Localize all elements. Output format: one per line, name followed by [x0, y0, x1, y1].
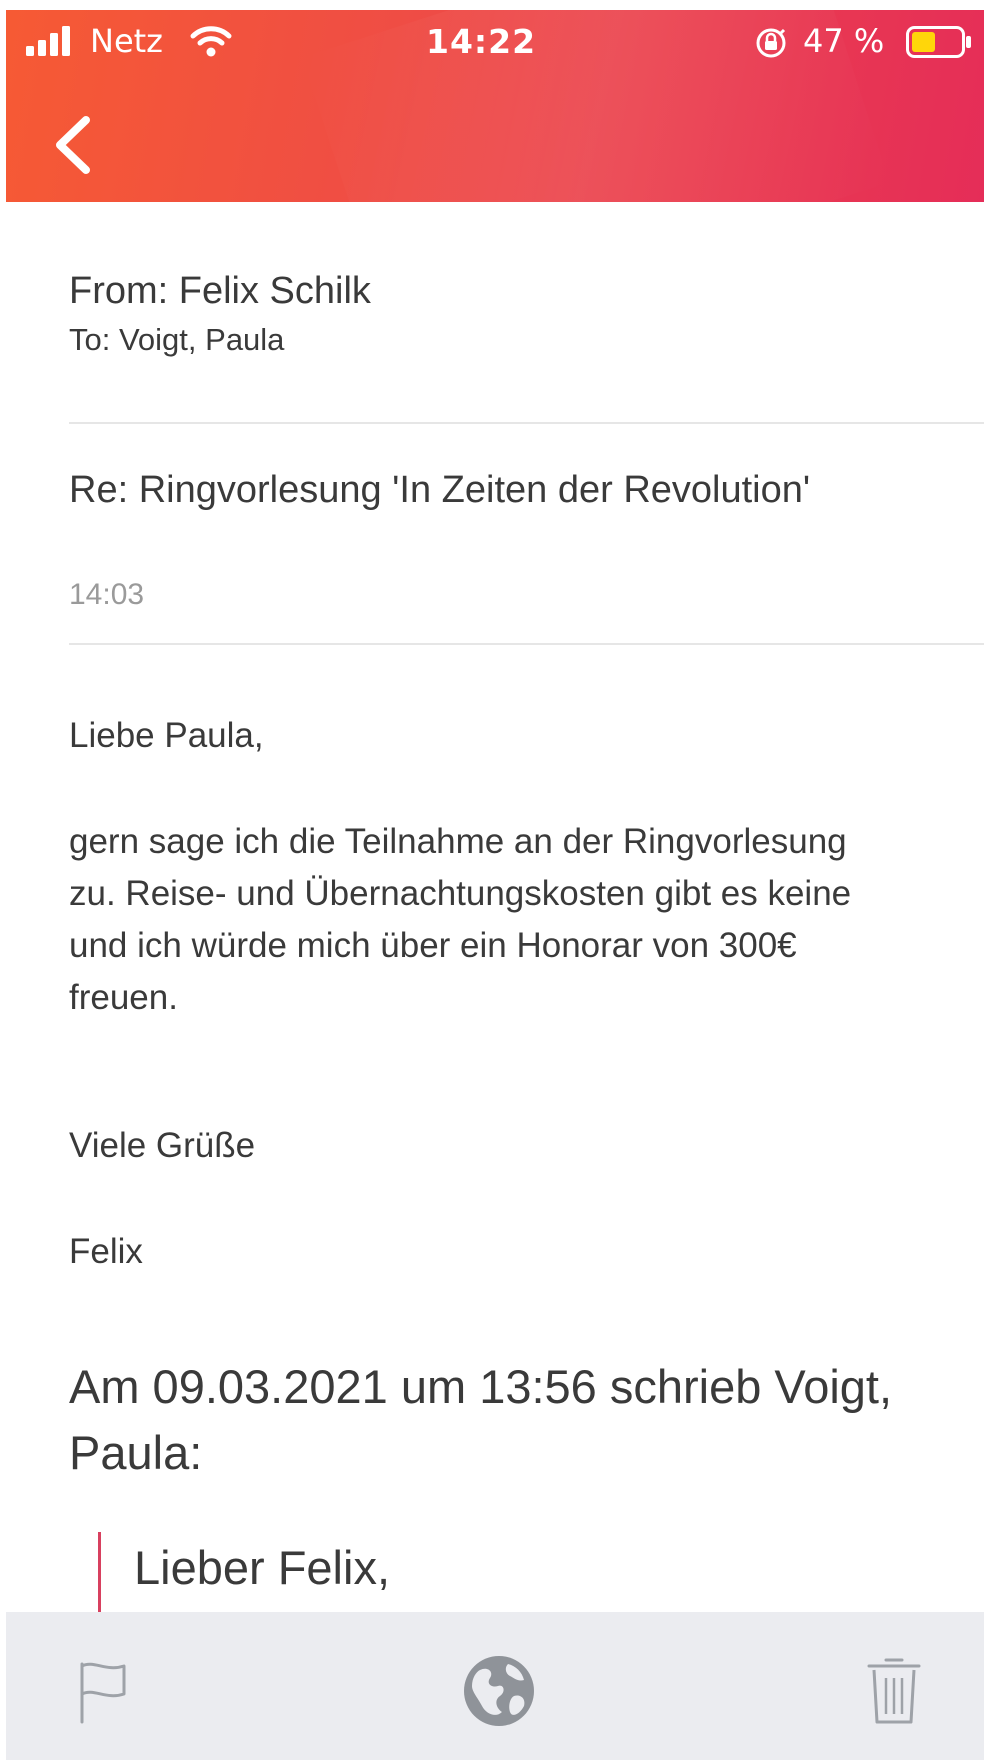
email-signature: Felix	[69, 1232, 143, 1271]
signal-icon	[26, 26, 70, 56]
orientation-lock-icon	[756, 28, 786, 58]
email-subject: Re: Ringvorlesung 'In Zeiten der Revolut…	[69, 469, 811, 511]
battery-icon	[906, 26, 971, 58]
email-time: 14:03	[69, 578, 145, 611]
quote-bar	[98, 1532, 101, 1622]
trash-icon[interactable]	[866, 1654, 922, 1726]
email-detail-screen: Netz 14:22 47 % From: Felix Schilk To: V…	[6, 10, 984, 1760]
app-header: Netz 14:22 47 %	[6, 10, 984, 202]
back-button[interactable]	[42, 110, 102, 180]
globe-icon[interactable]	[460, 1652, 538, 1730]
battery-percentage: 47 %	[803, 22, 885, 60]
email-greeting: Liebe Paula,	[69, 716, 264, 755]
quote-header: Am 09.03.2021 um 13:56 schrieb Voigt, Pa…	[69, 1360, 893, 1479]
wifi-icon	[190, 26, 232, 57]
quote-first-line: Lieber Felix,	[134, 1541, 390, 1594]
chevron-left-icon	[56, 116, 90, 174]
email-closing: Viele Grüße	[69, 1126, 256, 1165]
status-time: 14:22	[426, 22, 537, 61]
divider	[69, 643, 984, 645]
email-from: From: Felix Schilk	[69, 270, 371, 312]
email-to: To: Voigt, Paula	[69, 322, 285, 357]
status-bar: Netz 14:22 47 %	[6, 10, 984, 80]
email-body: gern sage ich die Teilnahme an der Ringv…	[69, 822, 852, 1017]
flag-icon[interactable]	[76, 1660, 130, 1726]
carrier-name: Netz	[90, 22, 163, 60]
bottom-toolbar	[6, 1612, 984, 1760]
divider	[69, 422, 984, 424]
